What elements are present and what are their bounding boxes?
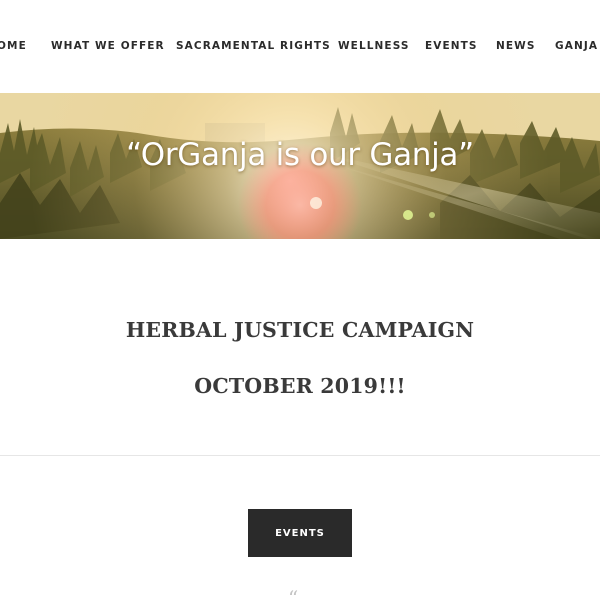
nav-item-news[interactable]: NEWS	[496, 39, 536, 53]
events-button[interactable]: EVENTS	[248, 509, 352, 557]
hero-banner: “OrGanja is our Ganja”	[0, 93, 600, 239]
nav-item-home[interactable]: OME	[0, 39, 27, 53]
campaign-title: HERBAL JUSTICE CAMPAIGN	[125, 318, 475, 342]
nav-item-ganja[interactable]: GANJA	[555, 39, 598, 53]
main-navigation: OME WHAT WE OFFER SACRAMENTAL RIGHTS WEL…	[0, 0, 600, 93]
nav-item-wellness[interactable]: WELLNESS	[338, 39, 410, 53]
section-divider	[0, 455, 600, 456]
nav-item-sacramental-rights[interactable]: SACRAMENTAL RIGHTS	[176, 39, 331, 53]
hero-quote: “OrGanja is our Ganja”	[126, 137, 474, 173]
nav-item-events[interactable]: EVENTS	[425, 39, 478, 53]
campaign-date: OCTOBER 2019!!!	[194, 374, 406, 398]
nav-item-what-we-offer[interactable]: WHAT WE OFFER	[51, 39, 165, 53]
testimonial-quote-icon: “	[288, 586, 299, 600]
